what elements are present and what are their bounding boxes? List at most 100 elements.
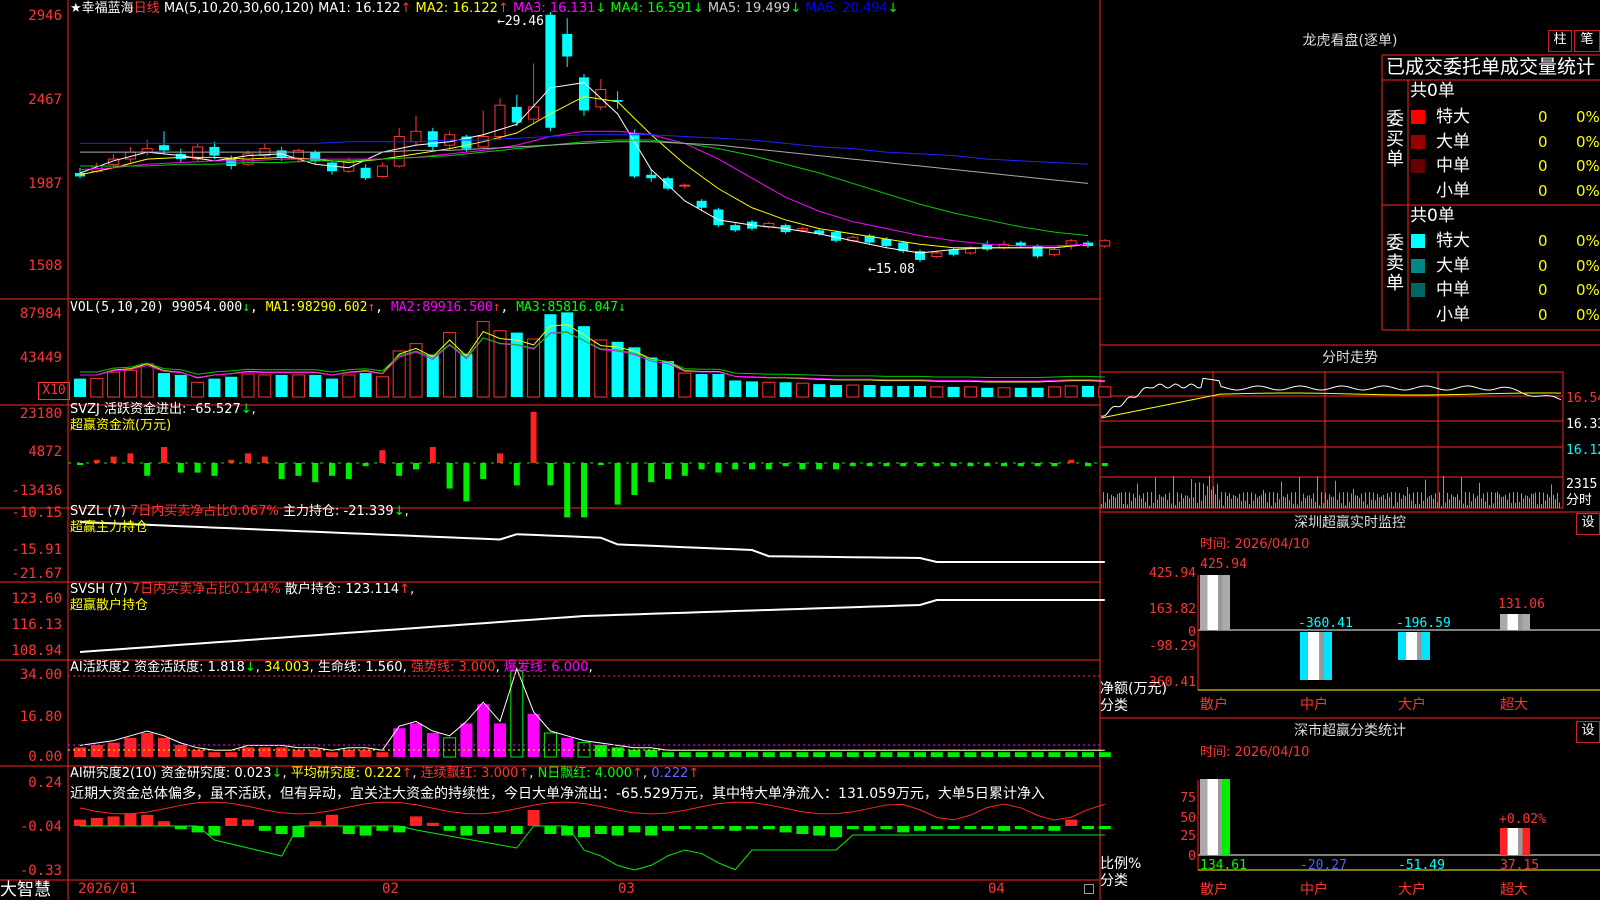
rt-bar-super-shine <box>1507 614 1518 630</box>
ai-research-ylabel-2: -0.04 <box>19 819 62 835</box>
ai-research-bar <box>578 826 590 838</box>
svzj-bar <box>278 463 285 479</box>
volume-bar <box>359 373 372 397</box>
stock-name[interactable]: ★幸福蓝海 <box>70 1 134 16</box>
rt-ylabel-2: 163.82 <box>1149 602 1196 617</box>
intraday-vol-bar <box>1241 500 1242 508</box>
intraday-vol-bar <box>1123 503 1124 508</box>
svzj-bar <box>749 463 755 470</box>
ai-active-bar <box>309 749 322 757</box>
realtime-settings-button[interactable]: 设 <box>1576 513 1600 535</box>
intraday-vol-bar <box>1299 476 1300 508</box>
main-ylabel-1: 2946 <box>28 8 62 24</box>
intraday-vol-bar <box>1505 494 1506 508</box>
ma-item-4: MA4: 16.591↓ <box>606 1 704 16</box>
intraday-vol-bar <box>1159 494 1160 508</box>
intraday-vol-bar <box>1533 493 1534 508</box>
brand-logo[interactable]: 大智慧 <box>0 880 51 900</box>
svzj-bar <box>782 463 789 467</box>
intraday-vol-bar <box>1269 492 1270 508</box>
ai-research-bar <box>107 816 120 826</box>
intraday-vol-bar <box>1475 498 1476 508</box>
ai-research-bar <box>662 826 674 831</box>
intraday-vol-bar <box>1407 487 1408 508</box>
buy-name-2: 大单 <box>1436 131 1470 152</box>
intraday-vol-bar <box>1523 498 1524 508</box>
dragon-tick-button[interactable]: 笔 <box>1574 30 1600 52</box>
ai-active-bar <box>342 749 355 757</box>
ai-research-bar <box>494 826 506 833</box>
intraday-vol-bar <box>1545 500 1546 508</box>
rt-bar-retail-shade <box>1218 575 1223 630</box>
ai-active-bar <box>208 752 221 757</box>
svzj-bar <box>547 463 554 486</box>
intraday-vol-bar <box>1131 500 1132 508</box>
intraday-vol-bar <box>1361 493 1362 508</box>
intraday-vol-label: 2315 <box>1566 477 1598 492</box>
intraday-vol-bar <box>1125 492 1126 508</box>
svzj-bar <box>312 463 319 483</box>
classify-settings-button[interactable]: 设 <box>1576 721 1600 743</box>
intraday-vol-bar <box>1213 486 1214 508</box>
ai-research-bar <box>830 826 842 838</box>
intraday-vol-bar <box>1191 479 1192 508</box>
sell-swatch-2 <box>1411 258 1425 273</box>
svzj-subtitle: 超赢资金流(万元) <box>70 418 172 433</box>
sell-total: 共0单 <box>1410 206 1455 226</box>
intraday-vol-bar <box>1375 500 1376 508</box>
intraday-vol-bar <box>1383 494 1384 508</box>
intraday-vol-bar <box>1499 494 1500 508</box>
intraday-vol-bar <box>1271 505 1272 508</box>
candle-down <box>696 200 707 208</box>
intraday-vol-bar <box>1229 493 1230 508</box>
svzj-bar <box>345 463 352 479</box>
ai-active-bar <box>796 752 809 757</box>
svzj-bar <box>295 463 302 476</box>
svzj-bar <box>110 456 117 463</box>
intraday-vol-bar <box>1109 499 1110 508</box>
ai-active-bar <box>158 737 170 757</box>
ai-research-bar <box>998 826 1010 831</box>
cl-value-2: -20.27 <box>1300 858 1347 873</box>
intraday-vol-bar <box>1421 492 1422 508</box>
lock-icon[interactable] <box>1084 884 1094 894</box>
rt-bar-mid-shade <box>1319 632 1324 680</box>
ai-active-bar <box>611 747 624 757</box>
volume-bar <box>712 374 725 397</box>
buy-swatch-2 <box>1411 134 1425 149</box>
intraday-vol-bar <box>1501 496 1502 508</box>
intraday-vol-bar <box>1527 495 1528 508</box>
intraday-vol-bar <box>1225 492 1226 508</box>
vol-unit-badge[interactable]: X10 <box>38 382 70 400</box>
intraday-vol-bar <box>1345 505 1346 508</box>
ai-research-bar <box>594 826 607 834</box>
rt-bar-super-shade <box>1518 614 1523 630</box>
ai-research-bar <box>510 826 523 834</box>
intraday-vol-bar <box>1321 492 1322 508</box>
dragon-bar-button[interactable]: 柱 <box>1548 30 1572 52</box>
volume-bar <box>191 381 205 398</box>
svzj-bar <box>917 463 923 467</box>
svsh-header: SVSH (7) 7日内买卖净占比0.144% 散户持仓: 123.114↑, <box>70 582 415 597</box>
svsh-arrow: ↑ <box>399 582 411 597</box>
intraday-vol-bar <box>1487 492 1488 508</box>
ai-active-ylabel-3: 0.00 <box>28 749 62 765</box>
intraday-vol-bar <box>1335 480 1336 508</box>
intraday-vol-bar <box>1129 492 1130 508</box>
svzl-ylabel-1: -10.15 <box>11 505 62 521</box>
ai-research-bar <box>779 826 792 833</box>
intraday-vol-bar <box>1531 493 1532 508</box>
volume-bar <box>241 373 255 398</box>
intraday-vol-bar <box>1177 492 1178 508</box>
period-label[interactable]: 日线 <box>134 1 160 16</box>
main-ylabel-2: 2467 <box>28 92 62 108</box>
intraday-vol-bar <box>1227 496 1228 508</box>
candle-up <box>528 106 540 120</box>
intraday-vol-bar <box>1389 497 1390 508</box>
rt-ylabel-3: 0 <box>1188 625 1196 640</box>
intraday-vol-bar <box>1255 493 1256 508</box>
intraday-vol-bar <box>1245 500 1246 508</box>
intraday-vol-bar <box>1207 485 1208 508</box>
volume-bar <box>729 380 742 397</box>
intraday-vol-bar <box>1235 495 1236 508</box>
